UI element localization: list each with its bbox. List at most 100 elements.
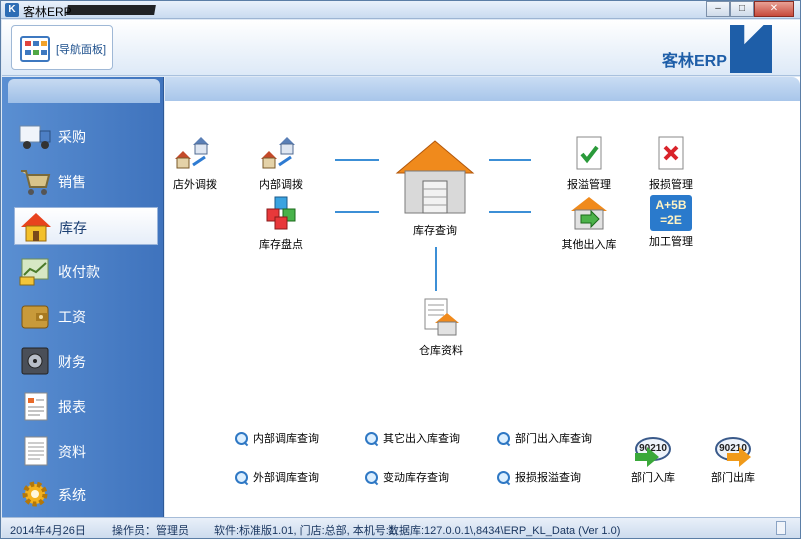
minimize-button[interactable]: – — [706, 1, 730, 17]
sidebar-item-sales[interactable]: 销售 — [14, 162, 158, 200]
toolbar: [导航面板] 客林ERP — [2, 20, 800, 76]
link-label: 部门出入库查询 — [515, 433, 592, 445]
house-transfer-icon — [175, 137, 209, 169]
sidebar-item-label: 库存 — [59, 220, 87, 236]
sidebar-item-salary[interactable]: 工资 — [14, 297, 158, 335]
sidebar-item-label: 系统 — [58, 487, 86, 503]
status-database: 数据库:127.0.0.1\,8434\ERP_KL_Data (Ver 1.0… — [388, 525, 621, 537]
link-loss-overflow-query[interactable]: 报损报溢查询 — [497, 469, 581, 485]
link-internal-transfer-query[interactable]: 内部调库查询 — [235, 430, 319, 446]
brand-logo: 客林ERP — [662, 25, 772, 73]
connector-line — [489, 159, 531, 161]
sidebar-item-system[interactable]: 系统 — [14, 475, 158, 513]
connector-line — [335, 211, 379, 213]
warehouse-arrow-icon — [571, 197, 607, 230]
node-other-inout[interactable]: 其他出入库 — [557, 195, 621, 252]
connector-line — [435, 247, 437, 291]
sidebar-header — [8, 79, 160, 103]
node-label: 仓库资料 — [419, 345, 463, 357]
link-stock-change-query[interactable]: 变动库存查询 — [365, 469, 449, 485]
nav-panel-label: [导航面板] — [56, 44, 107, 56]
sidebar-item-reports[interactable]: 报表 — [14, 387, 158, 425]
report-icon — [24, 392, 48, 421]
truck-icon — [19, 125, 51, 149]
sidebar-item-data[interactable]: 资料 — [14, 432, 158, 470]
node-dept-in[interactable]: 90210 部门入库 — [625, 435, 681, 485]
title-bar[interactable]: K 客林ERP – □ ✕ — [1, 1, 800, 19]
sidebar-item-label: 财务 — [58, 354, 86, 370]
sidebar-item-finance[interactable]: 财务 — [14, 342, 158, 380]
node-label: 部门入库 — [631, 472, 675, 484]
resize-grip-icon[interactable] — [776, 521, 786, 535]
link-label: 报损报溢查询 — [515, 472, 581, 484]
node-store-transfer[interactable]: 店外调拨 — [167, 135, 223, 192]
app-logo-icon: K — [5, 3, 19, 17]
node-label: 其他出入库 — [561, 239, 617, 251]
search-icon — [235, 432, 249, 446]
sidebar-item-payments[interactable]: 收付款 — [14, 252, 158, 290]
link-other-inout-query[interactable]: 其它出入库查询 — [365, 430, 460, 446]
link-label: 内部调库查询 — [253, 433, 319, 445]
sidebar-item-label: 资料 — [58, 444, 86, 460]
brand-k-icon — [730, 25, 772, 73]
document-check-icon — [576, 136, 602, 170]
house-transfer-icon — [261, 137, 295, 169]
formula-icon: A+5B =2E — [650, 195, 692, 231]
sidebar-item-inventory[interactable]: 库存 — [14, 207, 158, 245]
maximize-button[interactable]: □ — [730, 1, 754, 17]
node-loss-mgmt[interactable]: 报损管理 — [643, 135, 699, 192]
dept-in-icon: 90210 — [633, 435, 673, 467]
document-icon — [24, 436, 48, 466]
node-label: 部门出库 — [711, 472, 755, 484]
gear-icon — [22, 481, 48, 507]
cash-icon — [19, 258, 49, 286]
nav-panel-tab[interactable]: [导航面板] — [11, 25, 113, 70]
window-title: 客林ERP — [23, 5, 72, 19]
link-label: 外部调库查询 — [253, 472, 319, 484]
node-processing-mgmt[interactable]: A+5B =2E 加工管理 — [643, 195, 699, 249]
app-window: K 客林ERP – □ ✕ [导航面板] 客林ERP 采购 销售 库存 收付款 … — [0, 0, 801, 539]
sidebar-item-label: 收付款 — [58, 264, 100, 280]
title-redaction — [66, 5, 156, 15]
link-label: 变动库存查询 — [383, 472, 449, 484]
arrow-right-icon — [635, 447, 659, 467]
wallet-icon — [21, 305, 49, 329]
connector-line — [335, 159, 379, 161]
arrow-right-icon — [727, 447, 751, 467]
warehouse-document-icon — [424, 298, 459, 336]
node-label: 库存盘点 — [259, 239, 303, 251]
link-label: 其它出入库查询 — [383, 433, 460, 445]
node-inventory-count[interactable]: 库存盘点 — [253, 195, 309, 252]
node-label: 库存查询 — [413, 225, 457, 237]
warehouse-icon — [395, 140, 475, 214]
node-label: 报损管理 — [649, 179, 693, 191]
status-operator: 操作员：管理员 — [112, 525, 189, 537]
close-button[interactable]: ✕ — [754, 1, 794, 17]
node-warehouse-data[interactable]: 仓库资料 — [413, 297, 469, 358]
search-icon — [497, 471, 511, 485]
main-panel: 店外调拨 内部调拨 库存盘点 库存查询 报溢管理 报损管理 其他出入库 A+5B… — [165, 77, 800, 517]
main-header — [165, 77, 800, 101]
cubes-icon — [266, 196, 296, 230]
document-x-icon — [658, 136, 684, 170]
node-overflow-mgmt[interactable]: 报溢管理 — [561, 135, 617, 192]
sidebar-item-purchase[interactable]: 采购 — [14, 117, 158, 155]
node-internal-transfer[interactable]: 内部调拨 — [253, 135, 309, 192]
status-date: 2014年4月26日 — [10, 525, 86, 537]
node-dept-out[interactable]: 90210 部门出库 — [705, 435, 761, 485]
sidebar-item-label: 销售 — [58, 174, 86, 190]
dashboard-icon — [20, 36, 50, 62]
search-icon — [235, 471, 249, 485]
sidebar-item-label: 采购 — [58, 129, 86, 145]
connector-line — [489, 211, 531, 213]
node-inventory-query[interactable]: 库存查询 — [391, 137, 479, 238]
window-controls: – □ ✕ — [706, 1, 794, 17]
link-external-transfer-query[interactable]: 外部调库查询 — [235, 469, 319, 485]
dept-out-icon: 90210 — [713, 435, 753, 467]
safe-icon — [21, 347, 49, 375]
link-dept-inout-query[interactable]: 部门出入库查询 — [497, 430, 592, 446]
brand-name: 客林ERP — [662, 53, 727, 70]
warehouse-house-icon — [21, 213, 51, 242]
sidebar-item-label: 工资 — [58, 309, 86, 325]
node-label: 内部调拨 — [259, 179, 303, 191]
